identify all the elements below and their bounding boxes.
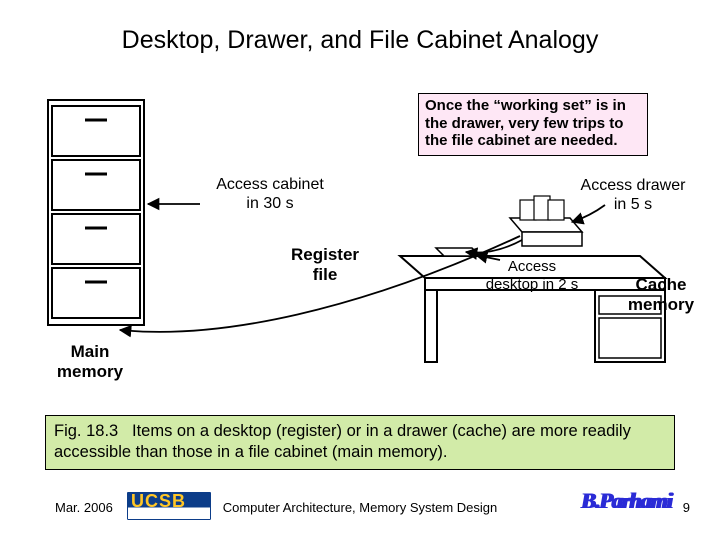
label-main-memory: Main memory	[45, 342, 135, 383]
footer-author: B.Parhami	[581, 488, 672, 514]
figure-text: Items on a desktop (register) or in a dr…	[54, 422, 631, 461]
label-cache-memory: Cache memory	[616, 275, 706, 316]
figure-caption: Fig. 18.3 Items on a desktop (register) …	[45, 415, 675, 470]
label-access-desktop: Access desktop in 2 s	[472, 258, 592, 294]
footer-page-number: 9	[683, 500, 690, 515]
figure-number: Fig. 18.3	[54, 422, 118, 440]
label-access-cabinet: Access cabinet in 30 s	[205, 175, 335, 213]
slide-footer: Mar. 2006 UCSB Computer Architecture, Me…	[0, 490, 720, 520]
label-register-file: Register file	[275, 245, 375, 286]
label-access-drawer: Access drawer in 5 s	[568, 176, 698, 214]
file-cabinet-icon	[48, 100, 144, 325]
